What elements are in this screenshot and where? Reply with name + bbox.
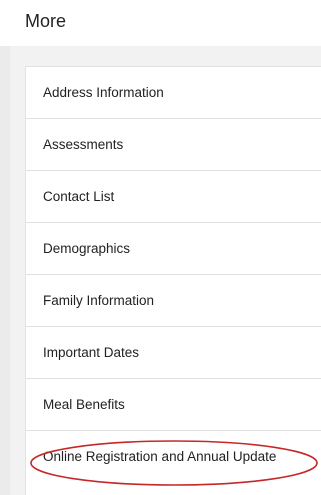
menu-item-label: Address Information	[43, 85, 164, 100]
menu-item-label: Online Registration and Annual Update	[43, 449, 277, 464]
menu-item-label: Contact List	[43, 189, 115, 204]
menu-item-label: Family Information	[43, 293, 155, 308]
menu-item-online-registration[interactable]: Online Registration and Annual Update	[26, 431, 321, 495]
menu-item-family-information[interactable]: Family Information	[26, 275, 321, 327]
header: More	[0, 0, 321, 46]
menu-item-demographics[interactable]: Demographics	[26, 223, 321, 275]
menu-item-meal-benefits[interactable]: Meal Benefits	[26, 379, 321, 431]
menu-item-label: Meal Benefits	[43, 397, 125, 412]
menu-item-label: Assessments	[43, 137, 124, 152]
menu-item-label: Important Dates	[43, 345, 140, 360]
menu-item-label: Demographics	[43, 241, 131, 256]
page-title: More	[25, 11, 67, 31]
left-edge-panel	[0, 46, 10, 495]
menu-item-important-dates[interactable]: Important Dates	[26, 327, 321, 379]
menu-item-address-information[interactable]: Address Information	[26, 67, 321, 119]
more-menu-list: Address Information Assessments Contact …	[25, 66, 321, 495]
menu-item-contact-list[interactable]: Contact List	[26, 171, 321, 223]
menu-item-assessments[interactable]: Assessments	[26, 119, 321, 171]
